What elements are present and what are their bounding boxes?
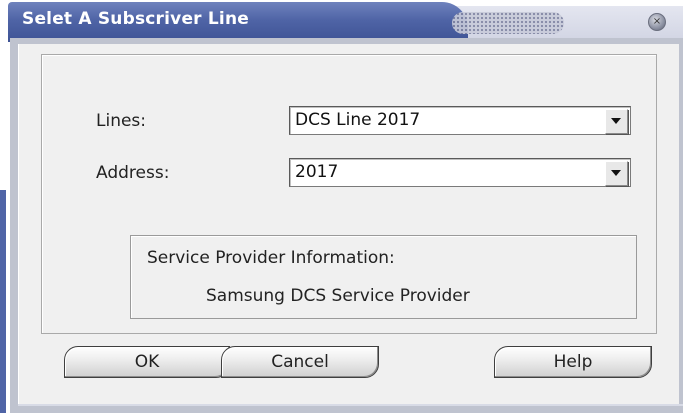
cancel-button[interactable]: Cancel <box>221 346 379 378</box>
chevron-down-icon[interactable] <box>605 109 628 134</box>
help-button[interactable]: Help <box>494 346 652 378</box>
lines-dropdown[interactable]: DCS Line 2017 <box>289 106 631 135</box>
window-title: Selet A Subscriver Line <box>22 9 249 29</box>
provider-name: Samsung DCS Service Provider <box>206 286 470 306</box>
service-provider-info-box: Service Provider Information: Samsung DC… <box>130 235 637 319</box>
lines-dropdown-value: DCS Line 2017 <box>295 110 421 130</box>
provider-info-heading: Service Provider Information: <box>147 248 395 268</box>
lines-label: Lines: <box>96 111 147 131</box>
dialog-body: Lines: DCS Line 2017 Address: 2017 Servi… <box>18 44 679 406</box>
bottom-border <box>18 404 683 406</box>
close-icon[interactable]: × <box>648 13 666 31</box>
drag-grip-icon[interactable] <box>452 12 564 34</box>
frame-accent <box>0 190 6 413</box>
address-dropdown[interactable]: 2017 <box>289 158 631 187</box>
title-bar[interactable]: Selet A Subscriver Line × <box>0 0 683 42</box>
address-dropdown-value: 2017 <box>295 162 339 182</box>
ok-button[interactable]: OK <box>64 346 230 378</box>
address-label: Address: <box>96 163 170 183</box>
dialog-window: Selet A Subscriver Line × Lines: DCS Lin… <box>0 0 683 413</box>
line-selection-group: Lines: DCS Line 2017 Address: 2017 Servi… <box>41 54 657 334</box>
chevron-down-icon[interactable] <box>605 161 628 186</box>
